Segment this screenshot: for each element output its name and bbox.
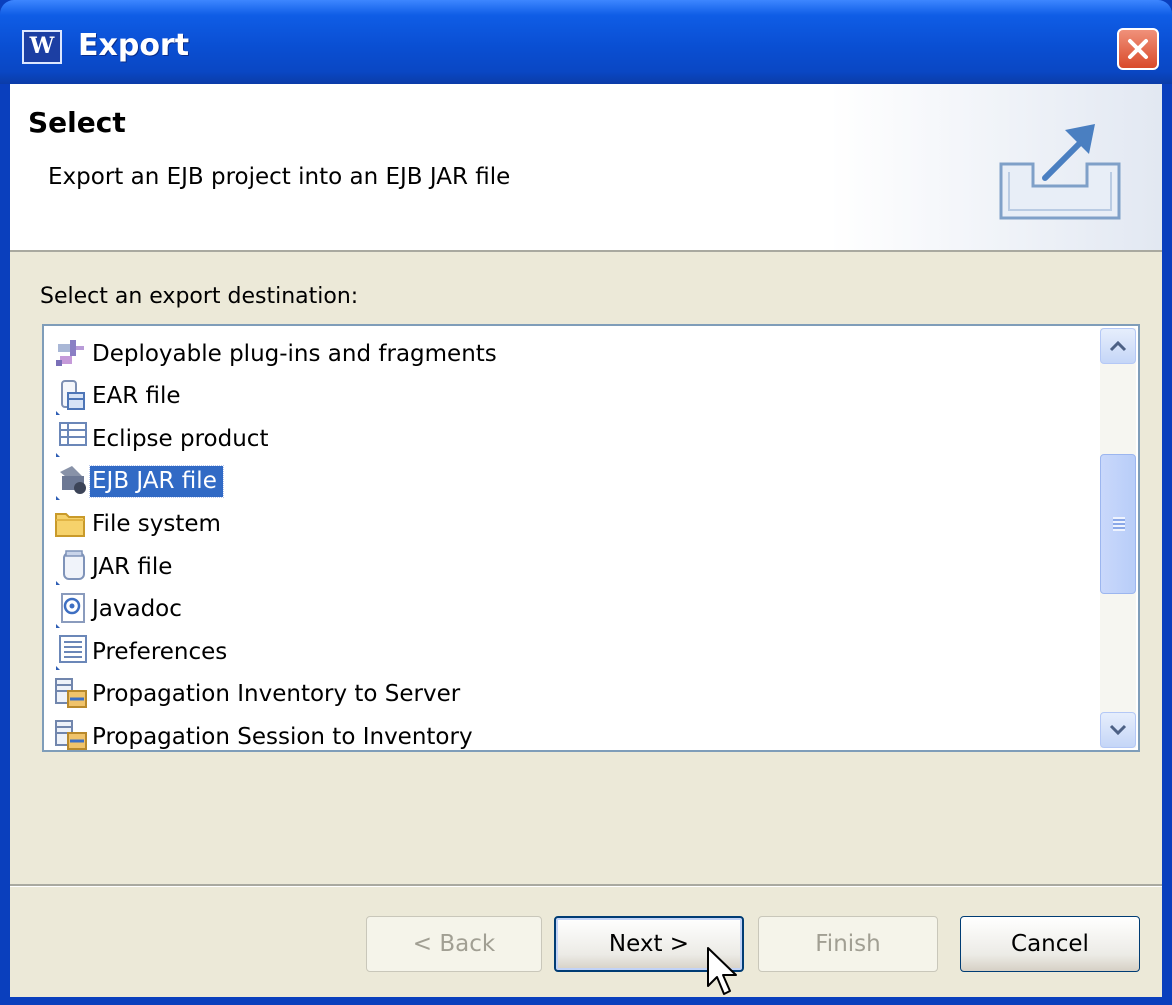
folder-icon — [50, 504, 90, 544]
list-item[interactable]: Propagation Inventory to Server — [50, 675, 466, 715]
app-icon: W — [22, 30, 62, 64]
export-wizard-icon — [999, 124, 1121, 220]
list-item-label: Eclipse product — [92, 425, 269, 452]
ear-file-icon — [50, 377, 90, 417]
scroll-thumb[interactable] — [1100, 454, 1136, 594]
scroll-grip — [1113, 517, 1125, 531]
propagation-icon — [50, 675, 90, 715]
list-item[interactable]: File system — [50, 504, 227, 544]
destination-list[interactable]: Deployable plug-ins and fragments EAR fil… — [42, 324, 1140, 752]
destination-list-items: Deployable plug-ins and fragments EAR fil… — [44, 326, 1104, 750]
destination-label: Select an export destination: — [40, 284, 359, 309]
chevron-down-icon — [1109, 724, 1127, 736]
list-item-label: Preferences — [92, 638, 228, 665]
javadoc-icon — [50, 590, 90, 630]
vertical-scrollbar[interactable] — [1100, 328, 1136, 748]
dialog-body: Select Export an EJB project into an EJB… — [10, 84, 1162, 997]
close-button[interactable] — [1117, 28, 1159, 70]
wizard-banner: Select Export an EJB project into an EJB… — [10, 84, 1162, 252]
ejb-jar-icon — [50, 462, 90, 502]
list-item-label: Propagation Inventory to Server — [92, 681, 461, 708]
chevron-up-icon — [1109, 340, 1127, 352]
list-item-label: Propagation Session to Inventory — [92, 723, 473, 750]
list-item[interactable]: Propagation Session to Inventory — [50, 717, 479, 750]
propagation-icon — [50, 717, 90, 750]
list-item[interactable]: JAR file — [50, 547, 178, 587]
scroll-up-button[interactable] — [1100, 328, 1136, 364]
jar-icon — [50, 547, 90, 587]
close-icon — [1128, 39, 1148, 59]
cancel-button[interactable]: Cancel — [960, 916, 1140, 972]
list-item[interactable]: EAR file — [50, 377, 187, 417]
list-item[interactable]: Preferences — [50, 632, 233, 672]
back-button[interactable]: < Back — [366, 916, 542, 972]
list-item-label: EJB JAR file — [89, 465, 224, 499]
list-item-label: Deployable plug-ins and fragments — [92, 340, 497, 367]
app-icon-letter: W — [29, 33, 55, 59]
product-icon — [50, 419, 90, 459]
plugin-icon — [50, 334, 90, 374]
button-bar-separator — [10, 884, 1162, 887]
page-description: Export an EJB project into an EJB JAR fi… — [48, 164, 511, 190]
finish-button[interactable]: Finish — [758, 916, 938, 972]
list-item-label: EAR file — [92, 383, 181, 410]
window-title: Export — [78, 28, 190, 63]
list-item[interactable]: Javadoc — [50, 590, 188, 630]
list-item-label: File system — [92, 510, 221, 537]
list-item[interactable]: EJB JAR file — [50, 462, 224, 502]
list-item[interactable]: Eclipse product — [50, 419, 274, 459]
preferences-icon — [50, 632, 90, 672]
mouse-cursor-icon — [707, 947, 737, 995]
page-title: Select — [28, 106, 126, 139]
title-bar[interactable]: W Export — [0, 0, 1172, 84]
list-item-label: Javadoc — [92, 596, 182, 623]
export-dialog: W Export Select Export an EJB project in… — [0, 0, 1172, 1005]
list-item-label: JAR file — [92, 553, 173, 580]
scroll-down-button[interactable] — [1100, 712, 1136, 748]
list-item[interactable]: Deployable plug-ins and fragments — [50, 334, 503, 374]
